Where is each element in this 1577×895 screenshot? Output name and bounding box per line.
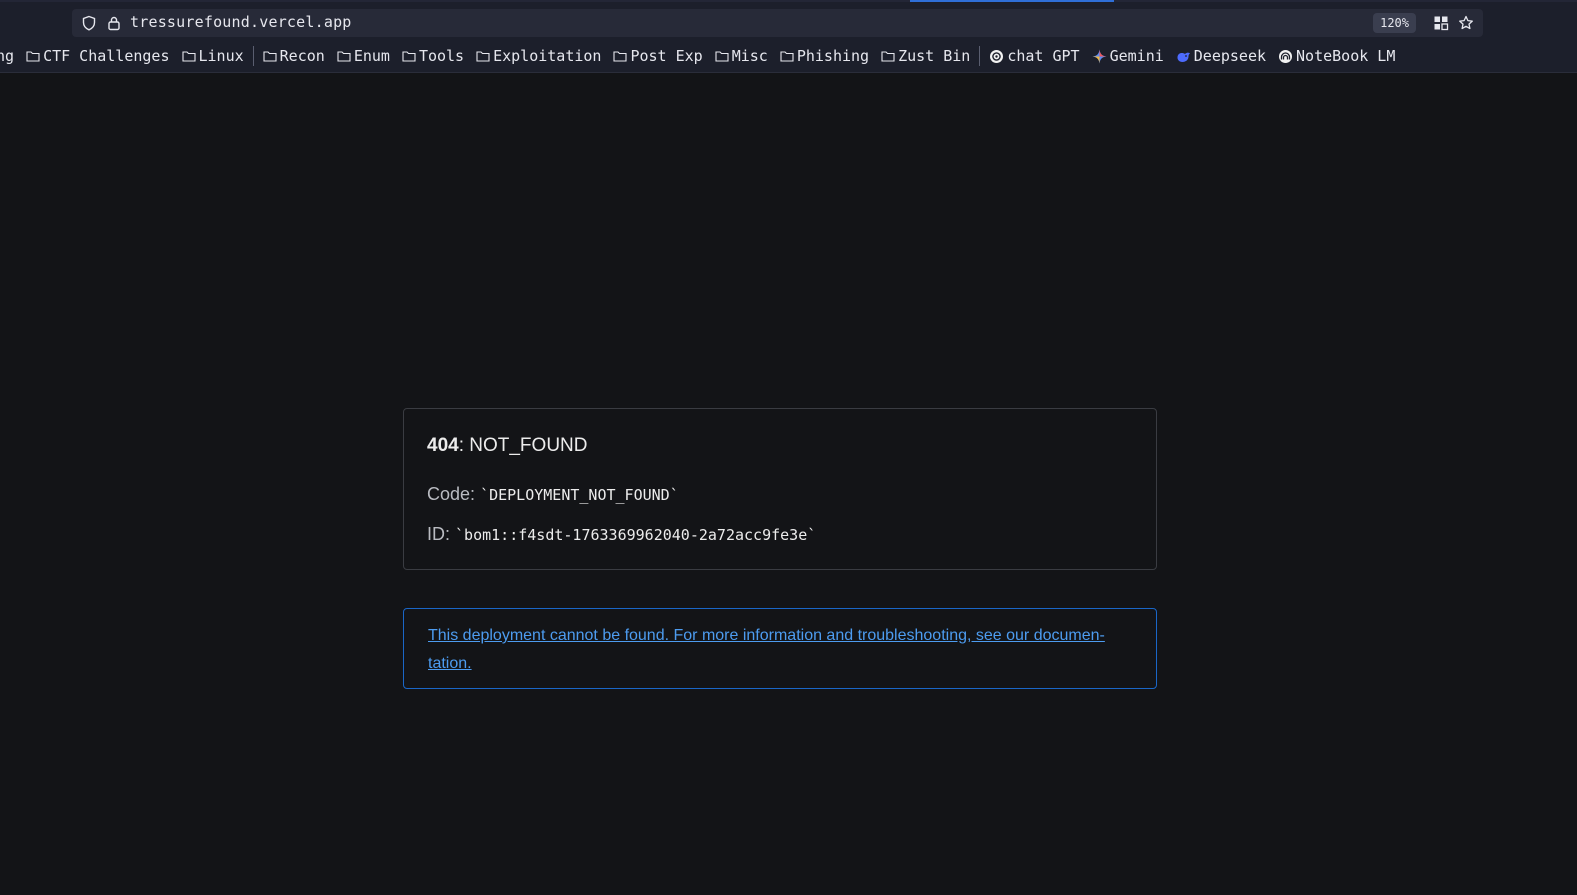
bookmark-deepseek[interactable]: Deepseek <box>1176 44 1266 68</box>
error-card: 404: NOT_FOUND Code: `DEPLOYMENT_NOT_FOU… <box>403 408 1157 570</box>
bookmark-star-icon[interactable] <box>1458 15 1474 31</box>
error-title: 404: NOT_FOUND <box>427 435 587 457</box>
bookmark-folder-exploitation[interactable]: Exploitation <box>476 44 601 68</box>
bookmark-folder-partial[interactable]: ng <box>0 44 14 68</box>
bookmark-separator <box>252 46 254 66</box>
bookmark-notebook-lm[interactable]: NoteBook LM <box>1278 44 1395 68</box>
browser-toolbar: tressurefound.vercel.app 120% ng CTF Cha… <box>0 0 1577 73</box>
folder-icon <box>26 51 40 62</box>
folder-icon <box>181 51 196 62</box>
bookmark-folder-phishing[interactable]: Phishing <box>780 44 869 68</box>
bookmark-folder-ctf-challenges[interactable]: CTF Challenges <box>26 44 170 68</box>
bookmark-gemini[interactable]: Gemini <box>1092 44 1164 68</box>
bookmark-label: Misc <box>731 47 768 65</box>
notebooklm-icon <box>1279 49 1293 63</box>
address-bar[interactable]: tressurefound.vercel.app 120% <box>72 9 1483 37</box>
bookmark-folder-misc[interactable]: Misc <box>715 44 768 68</box>
bookmark-label: chat GPT <box>1007 47 1080 65</box>
error-code-line: Code: `DEPLOYMENT_NOT_FOUND` <box>427 484 679 505</box>
id-label: ID: <box>427 524 451 544</box>
bookmark-label: NoteBook LM <box>1296 47 1396 65</box>
bookmark-folder-linux[interactable]: Linux <box>181 44 244 68</box>
code-value: `DEPLOYMENT_NOT_FOUND` <box>480 486 679 504</box>
gemini-icon <box>1092 49 1107 63</box>
folder-icon <box>613 51 628 62</box>
folder-icon <box>476 51 490 62</box>
folder-icon <box>402 51 416 62</box>
folder-icon <box>881 51 895 62</box>
status-text: : NOT_FOUND <box>458 435 588 456</box>
tab-strip <box>0 0 1577 2</box>
shield-icon[interactable] <box>81 15 97 31</box>
id-value: `bom1::f4sdt-1763369962040-2a72acc9fe3e` <box>455 526 817 544</box>
bookmark-label: Enum <box>353 47 390 65</box>
bookmark-label: Deepseek <box>1193 47 1267 65</box>
bookmarks-toolbar: ng CTF Challenges Linux Recon Enum Tools… <box>0 44 1407 68</box>
active-tab-indicator[interactable] <box>910 0 1114 2</box>
chatgpt-icon <box>990 49 1004 63</box>
bookmark-label: Post Exp <box>630 47 703 65</box>
bookmark-label: Gemini <box>1109 47 1164 65</box>
deepseek-icon <box>1177 52 1190 62</box>
bookmark-folder-zust-bin[interactable]: Zust Bin <box>881 44 970 68</box>
folder-icon <box>780 51 794 62</box>
bookmark-label: Recon <box>279 47 325 65</box>
folder-icon <box>337 51 351 62</box>
bookmark-label: Zust Bin <box>898 47 971 65</box>
documentation-link[interactable]: This deployment cannot be found. For mor… <box>428 622 1134 678</box>
bookmark-folder-tools[interactable]: Tools <box>402 44 464 68</box>
extensions-grid-icon[interactable] <box>1433 15 1449 31</box>
url-text[interactable]: tressurefound.vercel.app <box>130 13 352 31</box>
zoom-level-badge[interactable]: 120% <box>1373 13 1416 33</box>
status-code: 404 <box>427 435 459 456</box>
folder-icon <box>715 51 729 62</box>
bookmark-label: Linux <box>198 47 244 65</box>
bookmark-folder-enum[interactable]: Enum <box>337 44 390 68</box>
folder-icon <box>263 51 277 62</box>
error-id-line: ID: `bom1::f4sdt-1763369962040-2a72acc9f… <box>427 524 816 545</box>
bookmark-label: CTF Challenges <box>43 47 170 65</box>
bookmark-label: Phishing <box>796 47 870 65</box>
bookmark-separator <box>979 46 981 66</box>
info-box: This deployment cannot be found. For mor… <box>403 608 1157 689</box>
bookmark-label: Tools <box>418 47 465 65</box>
bookmark-chat-gpt[interactable]: chat GPT <box>989 44 1080 68</box>
lock-icon[interactable] <box>107 15 121 31</box>
bookmark-label: Exploitation <box>493 47 602 65</box>
code-label: Code: <box>427 484 476 504</box>
bookmark-label: ng <box>0 47 15 65</box>
bookmark-folder-post-exp[interactable]: Post Exp <box>613 44 703 68</box>
bookmark-folder-recon[interactable]: Recon <box>263 44 325 68</box>
